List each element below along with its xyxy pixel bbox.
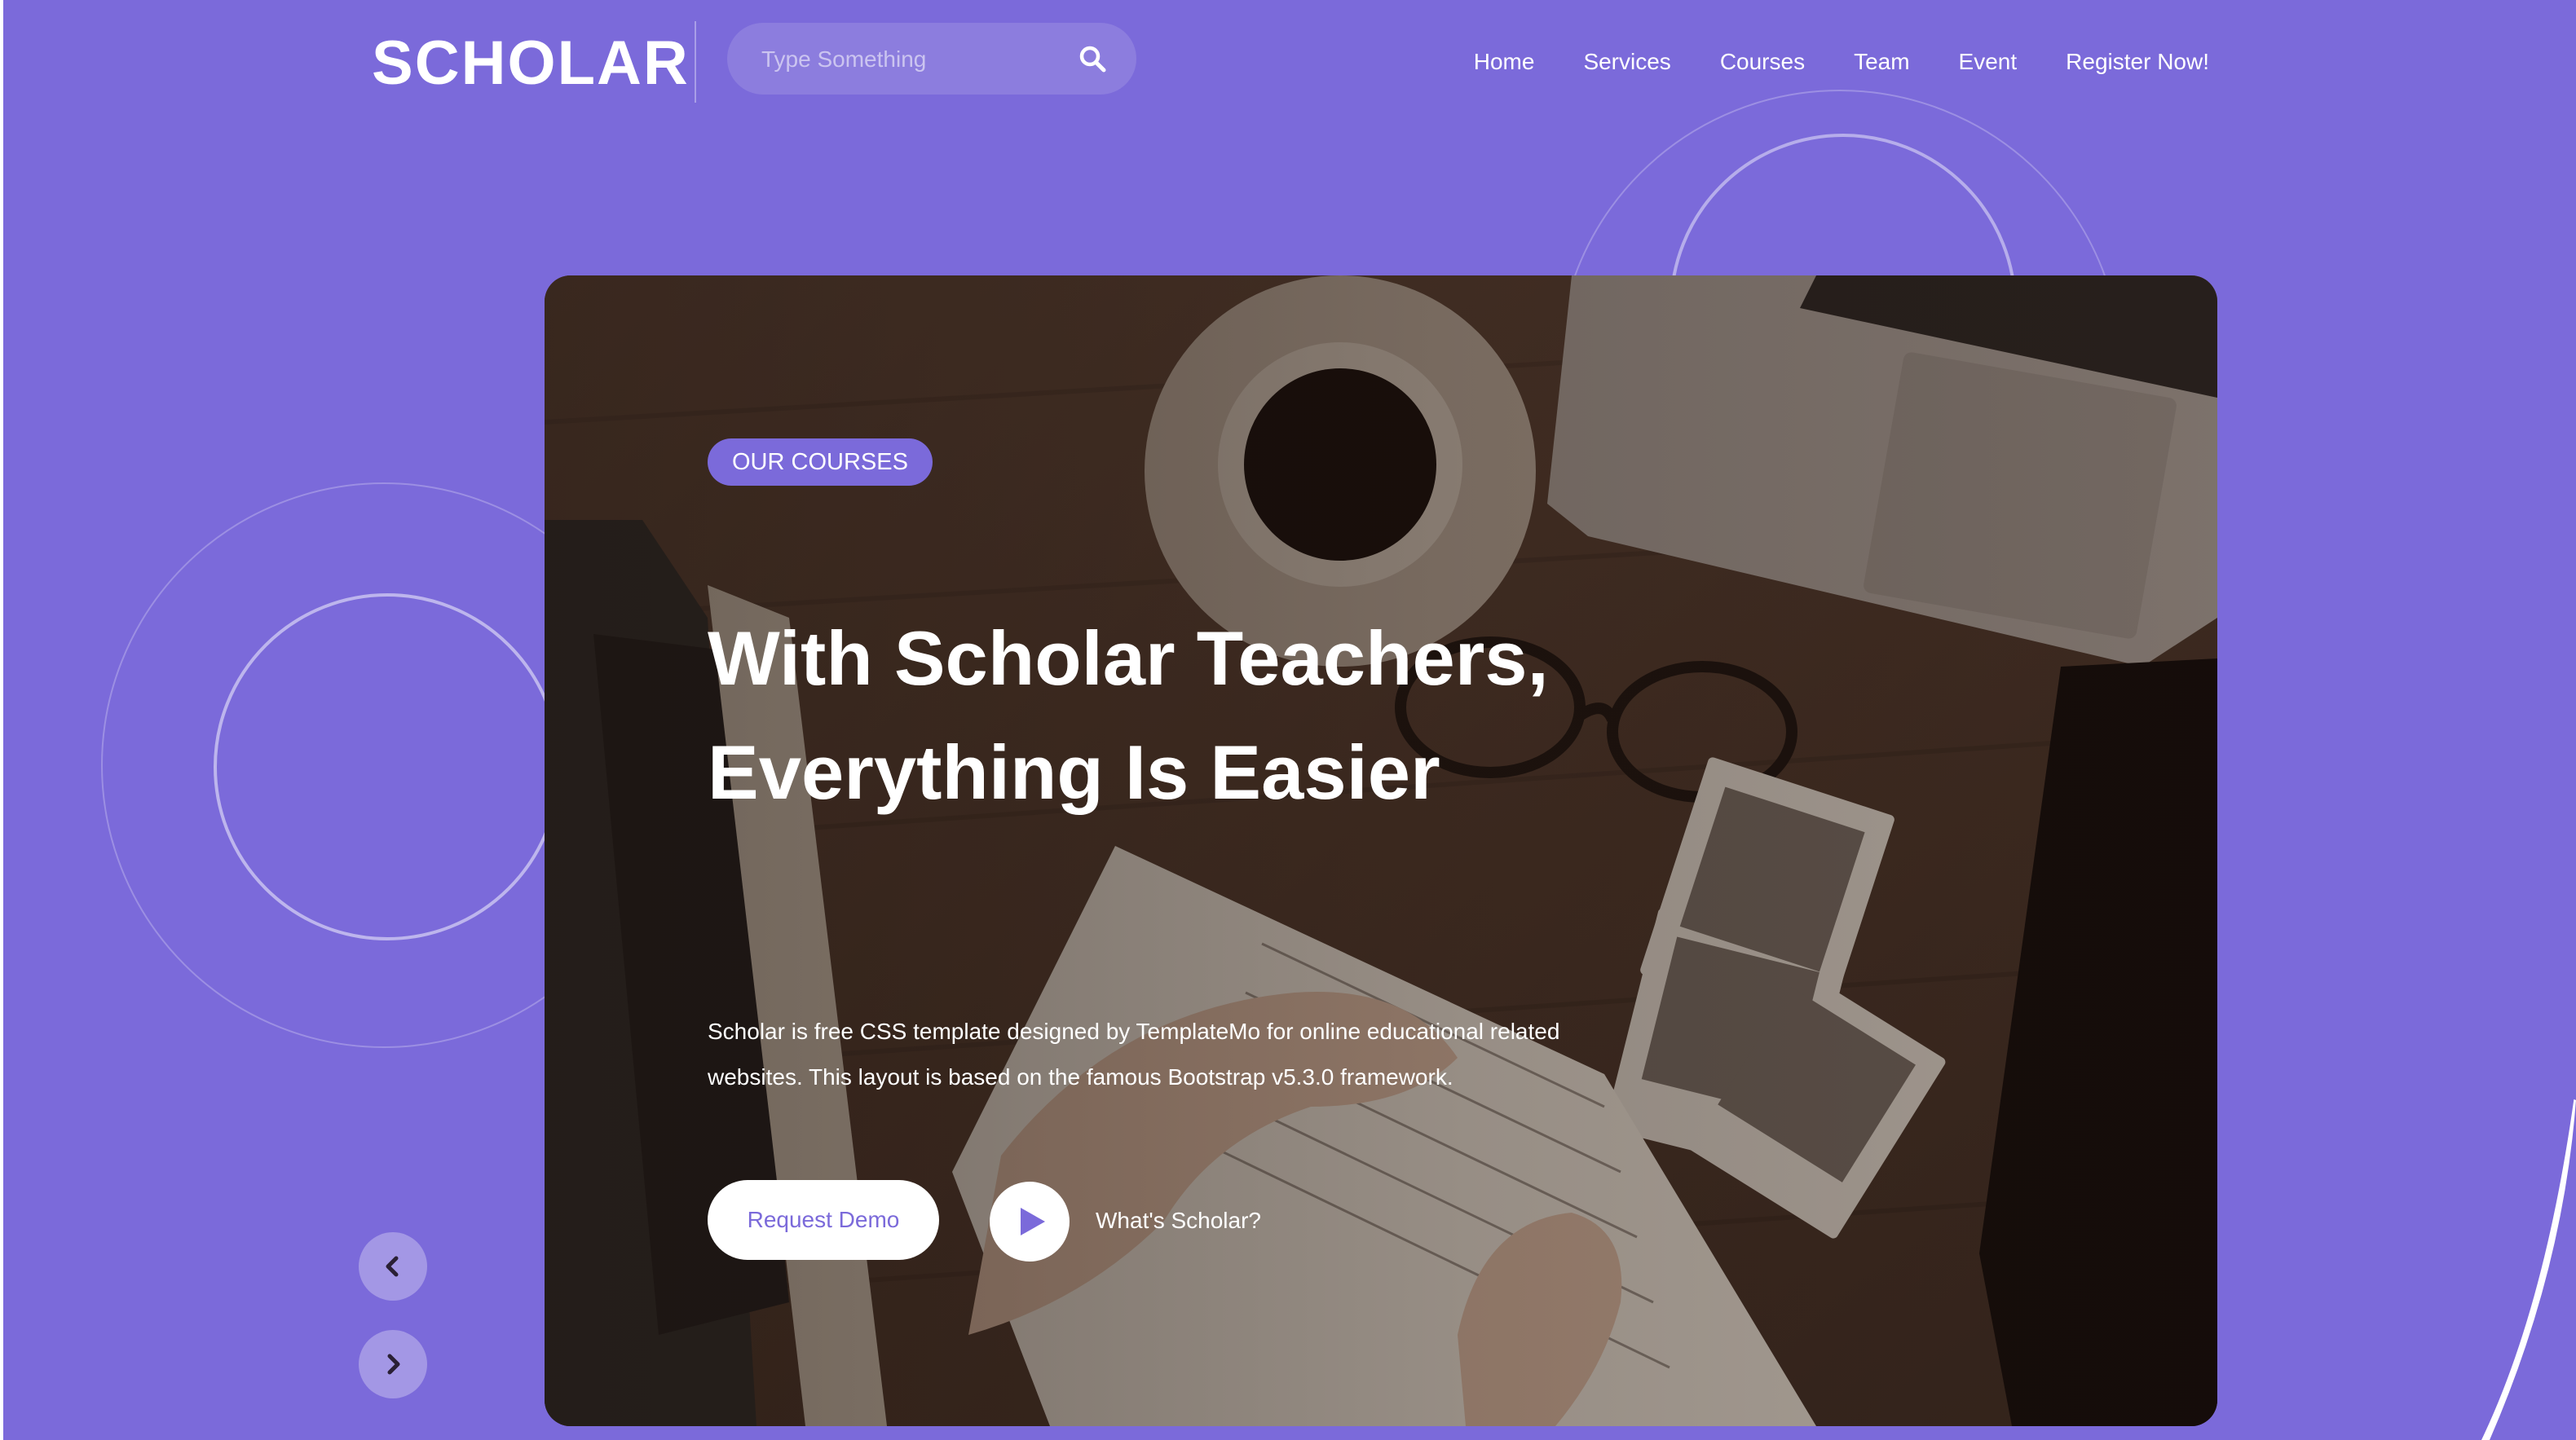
header-divider	[695, 21, 696, 103]
carousel-prev-button[interactable]	[359, 1232, 427, 1301]
search-icon[interactable]	[1078, 44, 1107, 73]
main-nav: Home Services Courses Team Event Registe…	[1425, 46, 2209, 78]
nav-event[interactable]: Event	[1959, 46, 2018, 78]
nav-courses[interactable]: Courses	[1720, 46, 1805, 78]
request-demo-button[interactable]: Request Demo	[708, 1180, 939, 1260]
hero-headline: With Scholar Teachers, Everything Is Eas…	[708, 615, 1549, 815]
video-label[interactable]: What's Scholar?	[1096, 1206, 1261, 1235]
nav-home[interactable]: Home	[1474, 46, 1535, 78]
carousel-next-button[interactable]	[359, 1330, 427, 1398]
nav-team[interactable]: Team	[1854, 46, 1909, 78]
nav-register[interactable]: Register Now!	[2066, 46, 2209, 78]
chevron-left-icon	[386, 1256, 399, 1277]
brand-logo[interactable]: SCHOLAR	[372, 29, 690, 98]
decor-ring-inner-left	[214, 593, 561, 940]
search-input[interactable]	[760, 23, 1056, 96]
search-bar	[727, 23, 1136, 96]
play-video-button[interactable]	[990, 1182, 1070, 1262]
hero-banner: OUR COURSES With Scholar Teachers, Every…	[545, 275, 2217, 1426]
chevron-right-icon	[387, 1354, 400, 1375]
hero-description: Scholar is free CSS template designed by…	[708, 1019, 1560, 1090]
nav-services[interactable]: Services	[1583, 46, 1670, 78]
play-icon	[1021, 1208, 1045, 1235]
courses-badge: OUR COURSES	[708, 438, 933, 486]
